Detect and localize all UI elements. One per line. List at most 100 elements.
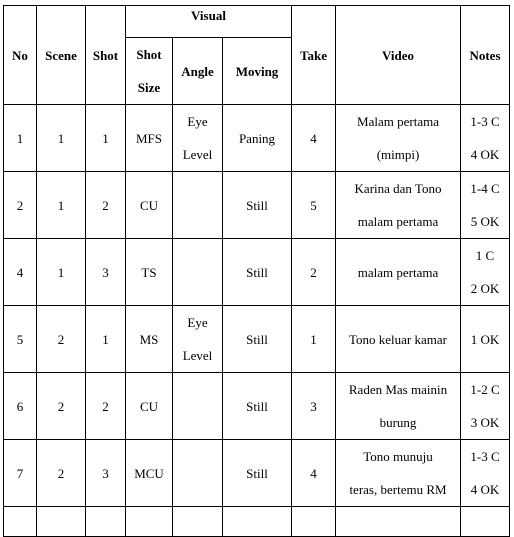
cell-take: 1 [291, 305, 336, 373]
cell-shot: 1 [85, 305, 126, 373]
cell-take: 2 [291, 238, 336, 306]
header-no: No [3, 5, 37, 105]
table-row: 6 2 2 CU Still 3 Raden Mas mainin burung 1-2 C3 … [3, 372, 510, 440]
header-take: Take [291, 5, 336, 105]
empty-cell [335, 506, 461, 537]
table-header: No Scene Shot Visual Take Video Notes Sh… [3, 5, 510, 105]
cell-notes-line1: 1-4 C [470, 181, 500, 196]
table-row: 1 1 1 MFS Eye Level Paning 4 Malam pertama (mimpi… [3, 104, 510, 172]
cell-scene: 2 [36, 305, 86, 373]
cell-notes-line2: 4 OK [470, 482, 500, 497]
cell-shot-size: TS [125, 238, 173, 306]
cell-shot-size: CU [125, 372, 173, 440]
cell-angle [172, 372, 223, 440]
header-shot-size: Shot Size [125, 37, 173, 105]
cell-take: 4 [291, 104, 336, 172]
cell-scene: 1 [36, 238, 86, 306]
header-scene: Scene [36, 5, 86, 105]
empty-cell [222, 506, 292, 537]
cell-no: 4 [3, 238, 37, 306]
cell-angle-line1: Eye [187, 114, 208, 129]
header-shot-size-line1: Shot [136, 47, 162, 62]
table-body: 1 1 1 MFS Eye Level Paning 4 Malam pertama (mimpi… [3, 104, 510, 537]
cell-video-line2: teras, bertemu RM [349, 482, 447, 497]
cell-notes-line1: 1-3 C [470, 114, 500, 129]
cell-video-line1: Tono munuju [363, 449, 433, 464]
cell-take: 3 [291, 372, 336, 440]
cell-shot-size: MFS [125, 104, 173, 172]
cell-video-line2: malam pertama [357, 214, 439, 229]
cell-notes-line1: 1-3 C [470, 449, 500, 464]
cell-notes: 1-3 C 4 OK [460, 439, 510, 507]
cell-notes-line2: 3 OK [470, 415, 500, 430]
cell-moving: Still [222, 439, 292, 507]
empty-cell [36, 506, 86, 537]
header-video: Video [335, 5, 461, 105]
cell-shot-size: MS [125, 305, 173, 373]
cell-notes-line1: 1 C [475, 248, 495, 263]
table-row: 2 1 2 CU Still 5 Karina dan Tono malam pertama 1… [3, 171, 510, 239]
cell-scene: 1 [36, 104, 86, 172]
cell-notes-line2: 5 OK [470, 214, 500, 229]
cell-scene: 1 [36, 171, 86, 239]
cell-scene: 2 [36, 439, 86, 507]
shot-list-table: No Scene Shot Visual Take Video Notes Sh… [3, 5, 510, 537]
cell-no: 5 [3, 305, 37, 373]
header-shot-size-line2: Size [137, 80, 161, 95]
cell-take: 4 [291, 439, 336, 507]
cell-notes: 1 C 2 OK [460, 238, 510, 306]
cell-moving: Still [222, 238, 292, 306]
cell-notes: 1-2 C 3 OK [460, 372, 510, 440]
empty-cell [85, 506, 126, 537]
header-moving: Moving [222, 37, 292, 105]
cell-notes: 1-3 C 4 OK [460, 104, 510, 172]
cell-notes-line1: 1-2 C [470, 382, 500, 397]
empty-cell [460, 506, 510, 537]
cell-shot-size: CU [125, 171, 173, 239]
empty-cell [3, 506, 37, 537]
header-visual: Visual [125, 5, 292, 38]
cell-no: 6 [3, 372, 37, 440]
cell-no: 7 [3, 439, 37, 507]
cell-notes: 1-4 C 5 OK [460, 171, 510, 239]
cell-video: Tono munuju teras, bertemu RM [335, 439, 461, 507]
cell-shot: 2 [85, 171, 126, 239]
cell-notes-line2: 2 OK [470, 281, 500, 296]
cell-angle: Eye Level [172, 305, 223, 373]
cell-video-line1: Malam pertama [357, 114, 439, 129]
cell-angle-line2: Level [182, 147, 213, 162]
empty-cell [125, 506, 173, 537]
table-row-partial [3, 506, 510, 537]
cell-video-line1: Raden Mas mainin [348, 382, 448, 397]
header-shot: Shot [85, 5, 126, 105]
cell-video-line1: Karina dan Tono [354, 181, 442, 196]
cell-video-line2: (mimpi) [376, 147, 420, 162]
cell-angle: Eye Level [172, 104, 223, 172]
header-angle: Angle [172, 37, 223, 105]
cell-angle [172, 238, 223, 306]
table-row: 7 2 3 MCU Still 4 Tono munuju teras, bertemu RM… [3, 439, 510, 507]
cell-angle [172, 439, 223, 507]
cell-video: Raden Mas mainin burung [335, 372, 461, 440]
cell-shot: 1 [85, 104, 126, 172]
empty-cell [291, 506, 336, 537]
cell-video-line2: burung [379, 415, 417, 430]
cell-video: malam pertama [335, 238, 461, 306]
cell-shot: 2 [85, 372, 126, 440]
cell-moving: Still [222, 372, 292, 440]
cell-shot-size: MCU [125, 439, 173, 507]
cell-shot: 3 [85, 238, 126, 306]
cell-angle-line2: Level [182, 348, 213, 363]
cell-video: Malam pertama (mimpi) [335, 104, 461, 172]
cell-video: Tono keluar kamar [335, 305, 461, 373]
cell-moving: Still [222, 171, 292, 239]
cell-notes-line2: 4 OK [470, 147, 500, 162]
table-row: 5 2 1 MS Eye Level Still 1 Tono keluar kamar 1 OK [3, 305, 510, 373]
cell-moving: Paning [222, 104, 292, 172]
cell-shot: 3 [85, 439, 126, 507]
empty-cell [172, 506, 223, 537]
header-notes: Notes [460, 5, 510, 105]
cell-scene: 2 [36, 372, 86, 440]
cell-take: 5 [291, 171, 336, 239]
cell-no: 1 [3, 104, 37, 172]
